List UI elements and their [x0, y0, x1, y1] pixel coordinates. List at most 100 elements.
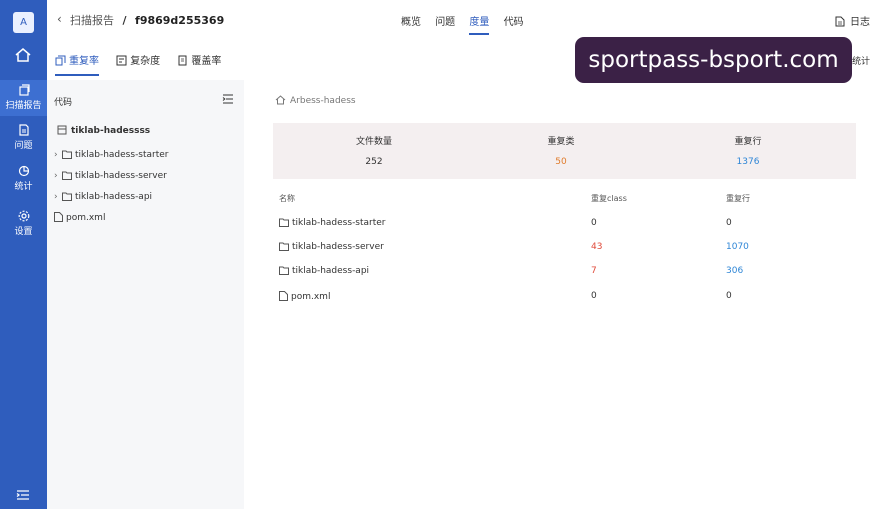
tab-label: 复杂度 [130, 56, 161, 67]
summary-label: 重复类 [547, 137, 575, 147]
row-dup-class: 43 [591, 242, 603, 252]
tree-root[interactable]: tiklab-hadessss [57, 125, 150, 136]
rail-item-settings[interactable]: 设置 [0, 210, 47, 237]
folder-icon [62, 171, 72, 180]
summary-label: 文件数量 [355, 137, 392, 147]
tree-item-label: pom.xml [66, 213, 106, 223]
chevron-right-icon[interactable]: › [54, 150, 62, 160]
left-rail: A 扫描报告 问题 统计 设置 [0, 0, 47, 509]
duplicate-icon [55, 55, 66, 66]
row-name: tiklab-hadess-api [292, 266, 370, 276]
tab-overview[interactable]: 概览 [401, 13, 421, 28]
rail-item-label: 问题 [14, 141, 33, 151]
tab-code[interactable]: 代码 [504, 13, 524, 28]
chart-icon [18, 165, 29, 177]
breadcrumb: 扫描报告 / f9869d255369 [70, 12, 224, 28]
summary-value: 1376 [736, 157, 760, 167]
table-row[interactable]: pom.xml [279, 291, 330, 302]
report-icon [18, 84, 30, 96]
row-dup-lines: 0 [726, 218, 732, 228]
summary-files: 文件数量 252 [314, 134, 434, 167]
tree-item[interactable]: › tiklab-hadess-starter [54, 150, 169, 160]
watermark: sportpass-bsport.com [575, 37, 852, 83]
tree-item-label: tiklab-hadess-server [75, 171, 167, 181]
log-label: 日志 [850, 17, 870, 28]
collapse-menu-icon[interactable] [16, 489, 30, 504]
project-name: Arbess-hadess [290, 96, 356, 106]
row-dup-class: 7 [591, 266, 597, 276]
file-icon [54, 212, 63, 222]
tab-metrics[interactable]: 度量 [469, 13, 490, 35]
home-icon[interactable] [14, 47, 32, 66]
summary-value: 50 [555, 157, 567, 167]
table-row[interactable]: tiklab-hadess-starter [279, 218, 386, 228]
tab-label: 重复率 [69, 56, 99, 67]
row-dup-lines: 306 [726, 266, 744, 276]
row-name: tiklab-hadess-server [292, 242, 384, 252]
scan-id: f9869d255369 [135, 14, 225, 27]
folder-icon [279, 242, 289, 251]
coverage-icon [178, 55, 187, 66]
log-button[interactable]: 日志 [835, 13, 870, 28]
column-header-dup-lines: 重复行 [726, 194, 750, 203]
stats-button[interactable]: 统计 [852, 54, 870, 67]
folder-icon [62, 192, 72, 201]
home-icon [275, 95, 286, 105]
tree-menu-icon[interactable] [222, 94, 234, 107]
tab-issues[interactable]: 问题 [435, 13, 455, 28]
summary-value: 252 [365, 157, 383, 167]
stats-label: 统计 [851, 57, 870, 67]
rail-item-report[interactable]: 扫描报告 [0, 80, 47, 116]
folder-icon [62, 150, 72, 159]
summary-label: 重复行 [734, 137, 762, 147]
folder-icon [279, 266, 289, 275]
nav-tabs: 概览 问题 度量 代码 [401, 13, 535, 35]
tree-item-label: tiklab-hadess-starter [75, 150, 169, 160]
tree-item-label: tiklab-hadess-api [75, 192, 153, 202]
rail-item-label: 统计 [14, 182, 33, 192]
tree-item[interactable]: pom.xml [54, 212, 105, 223]
breadcrumb-parent[interactable]: 扫描报告 [70, 14, 114, 27]
tree-item[interactable]: › tiklab-hadess-server [54, 171, 167, 181]
chevron-right-icon[interactable]: › [54, 192, 62, 202]
metric-tabs: 重复率 复杂度 覆盖率 [55, 52, 235, 76]
file-icon [279, 291, 288, 301]
issue-icon [18, 124, 29, 136]
row-name: pom.xml [291, 292, 331, 302]
summary-dup-lines: 重复行 1376 [688, 134, 808, 167]
complexity-icon [116, 55, 127, 66]
summary-card: 文件数量 252 重复类 50 重复行 1376 [273, 123, 856, 179]
code-tree-panel: 代码 tiklab-hadessss › tiklab-hadess-starte… [47, 80, 244, 509]
settings-icon [18, 210, 29, 222]
row-dup-lines: 0 [726, 291, 732, 301]
repository-icon [57, 125, 67, 135]
avatar[interactable]: A [13, 12, 34, 33]
table-row[interactable]: tiklab-hadess-server [279, 242, 384, 252]
row-name: tiklab-hadess-starter [292, 218, 386, 228]
project-label: Arbess-hadess [275, 95, 356, 106]
rail-item-label: 设置 [14, 227, 33, 237]
top-bar: ‹ 扫描报告 / f9869d255369 概览 问题 度量 代码 日志 [47, 0, 888, 40]
row-dup-lines: 1070 [726, 242, 749, 252]
tab-label: 覆盖率 [191, 56, 222, 67]
column-header-dup-class: 重复class [591, 194, 627, 203]
row-dup-class: 0 [591, 291, 597, 301]
tab-coverage[interactable]: 覆盖率 [177, 52, 221, 74]
breadcrumb-separator: / [122, 14, 127, 27]
row-dup-class: 0 [591, 218, 597, 228]
rail-item-label: 扫描报告 [5, 101, 42, 111]
tree-title: 代码 [54, 98, 73, 108]
main-content: Arbess-hadess 文件数量 252 重复类 50 重复行 1376 名… [244, 80, 888, 509]
tab-duplication[interactable]: 重复率 [55, 52, 99, 76]
column-header-name: 名称 [279, 194, 295, 203]
document-icon [835, 16, 845, 27]
rail-item-issue[interactable]: 问题 [0, 124, 47, 151]
tree-root-label: tiklab-hadessss [71, 126, 151, 136]
summary-dup-class: 重复类 50 [501, 134, 621, 167]
chevron-right-icon[interactable]: › [54, 171, 62, 181]
table-row[interactable]: tiklab-hadess-api [279, 266, 369, 276]
rail-item-stats[interactable]: 统计 [0, 165, 47, 192]
tree-item[interactable]: › tiklab-hadess-api [54, 192, 152, 202]
tab-complexity[interactable]: 复杂度 [116, 52, 160, 74]
back-icon[interactable]: ‹ [57, 12, 62, 26]
